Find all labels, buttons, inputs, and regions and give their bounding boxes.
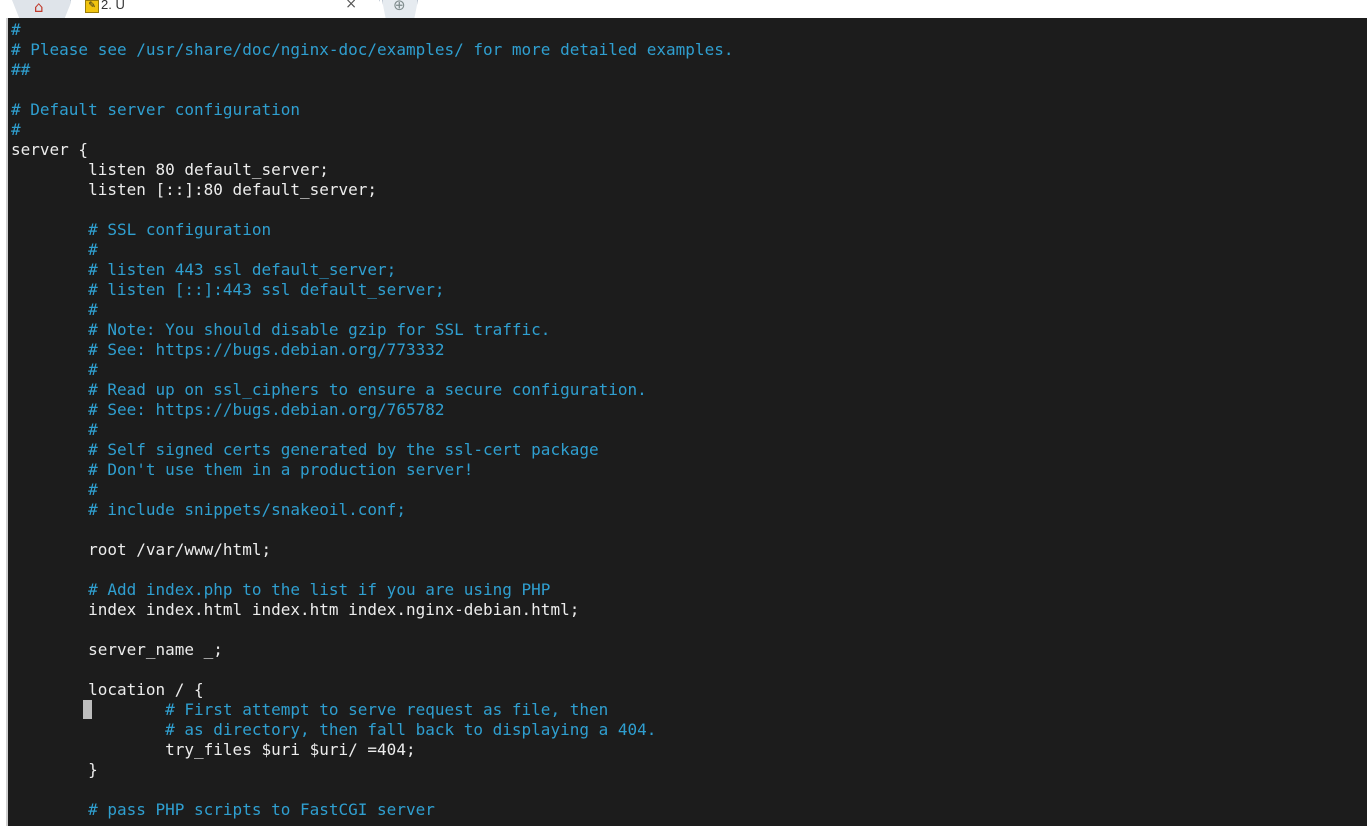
terminal-line: # pass PHP scripts to FastCGI server — [11, 800, 435, 819]
terminal-line: # — [11, 360, 98, 379]
terminal-output[interactable]: # # Please see /usr/share/doc/nginx-doc/e… — [6, 18, 1367, 826]
plus-icon: ⊕ — [393, 0, 406, 14]
terminal-line: # Add index.php to the list if you are u… — [11, 580, 551, 599]
terminal-line: # — [11, 120, 21, 139]
terminal-line: } — [11, 760, 98, 779]
terminal-line: # See: https://bugs.debian.org/765782 — [11, 400, 445, 419]
terminal-line: # Please see /usr/share/doc/nginx-doc/ex… — [11, 40, 734, 59]
terminal-line: # — [11, 300, 98, 319]
terminal-line: listen 80 default_server; — [11, 160, 329, 179]
terminal-line: # Read up on ssl_ciphers to ensure a sec… — [11, 380, 647, 399]
terminal-session-icon: ✎ — [85, 0, 99, 13]
terminal-line: # SSL configuration — [11, 220, 272, 239]
home-icon: ⌂ — [34, 0, 44, 16]
terminal-line: # listen 443 ssl default_server; — [11, 260, 397, 279]
terminal-line: server_name _; — [11, 640, 223, 659]
terminal-line: # Self signed certs generated by the ssl… — [11, 440, 599, 459]
terminal-line: # — [11, 20, 21, 39]
terminal-line: # — [11, 480, 98, 499]
terminal-line: # First attempt to serve request as file… — [11, 700, 609, 719]
tab-session-active[interactable]: ✎ 2. U × — [70, 0, 380, 18]
terminal-line: # listen [::]:443 ssl default_server; — [11, 280, 445, 299]
terminal-line: index index.html index.htm index.nginx-d… — [11, 600, 580, 619]
text-cursor — [83, 700, 92, 719]
terminal-line: # See: https://bugs.debian.org/773332 — [11, 340, 445, 359]
terminal-line: ## — [11, 60, 31, 79]
terminal-line: listen [::]:80 default_server; — [11, 180, 378, 199]
close-icon[interactable]: × — [345, 0, 357, 12]
tab-label: 2. U — [101, 0, 125, 12]
tab-home[interactable]: ⌂ — [12, 0, 72, 18]
terminal-line: # include snippets/snakeoil.conf; — [11, 500, 406, 519]
terminal-line: root /var/www/html; — [11, 540, 272, 559]
terminal-line: # — [11, 240, 98, 259]
terminal-line: # Note: You should disable gzip for SSL … — [11, 320, 551, 339]
tab-bar: ⌂ ✎ 2. U × ⊕ — [0, 0, 1367, 18]
terminal-line: # Default server configuration — [11, 100, 300, 119]
new-tab-button[interactable]: ⊕ — [382, 0, 418, 18]
terminal-lines: # # Please see /usr/share/doc/nginx-doc/e… — [11, 20, 733, 820]
terminal-line: # Don't use them in a production server! — [11, 460, 474, 479]
terminal-line: location / { — [11, 680, 204, 699]
terminal-line: try_files $uri $uri/ =404; — [11, 740, 416, 759]
terminal-line: # as directory, then fall back to displa… — [11, 720, 657, 739]
terminal-line: server { — [11, 140, 89, 159]
terminal-line: # — [11, 420, 98, 439]
